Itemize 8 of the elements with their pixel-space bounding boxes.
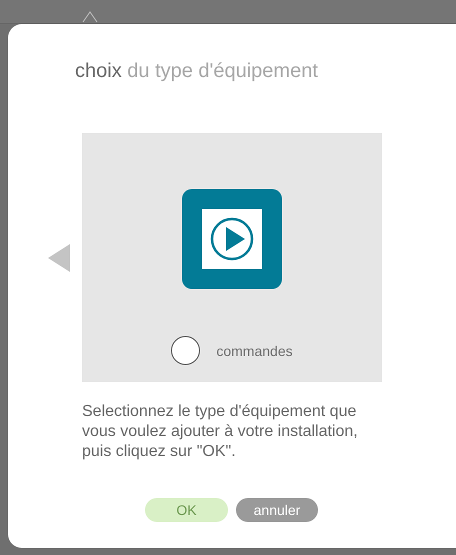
dialog-title: choix du type d'équipement <box>75 60 319 84</box>
cancel-button[interactable]: annuler <box>236 498 318 522</box>
play-icon <box>182 189 282 289</box>
equipment-label: commandes <box>216 342 293 358</box>
left-triangle-icon <box>48 244 70 272</box>
equipment-card[interactable]: commandes <box>82 133 382 382</box>
instructions-text: Selectionnez le type d'équipement que vous voulez ajouter à votre installation, puis cliquez sur "OK". <box>82 402 359 462</box>
radio-button[interactable] <box>171 336 200 365</box>
